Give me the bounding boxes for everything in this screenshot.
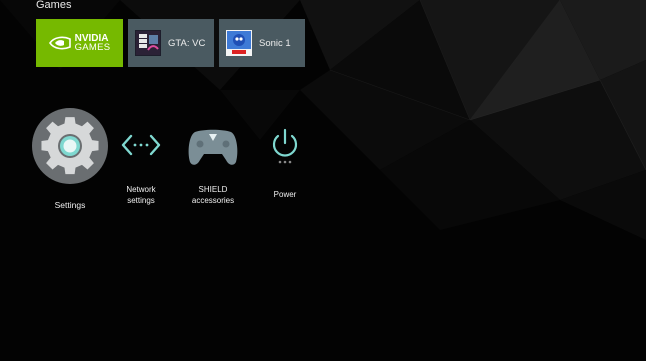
power-label: Power [273,190,297,199]
nvidia-games-label-line2: GAMES [74,42,111,53]
network-settings-label: Network settings [126,185,156,205]
games-section-title: Games [36,0,72,11]
android-tv-home-screen: Games NVIDIA GAMES GTA: VC Sonic 1 Setti… [0,0,646,361]
game-card-sonic-1[interactable]: Sonic 1 [219,19,305,67]
game-card-gta-vc[interactable]: GTA: VC [128,19,214,67]
game-card-nvidia-games[interactable]: NVIDIA GAMES [36,19,123,67]
gear-icon [32,108,108,184]
shield-controller-icon [188,129,238,165]
shield-accessories-label: SHIELD accessories [191,185,235,205]
network-settings-tile[interactable]: Network settings [116,130,166,206]
game-label-sonic-1: Sonic 1 [259,37,291,49]
settings-tile[interactable]: Settings [30,108,110,211]
nvidia-games-label: NVIDIA GAMES [74,34,111,53]
network-arrows-icon [121,134,161,156]
shield-accessories-tile[interactable]: SHIELD accessories [183,126,243,206]
power-tile[interactable]: Power [262,126,308,200]
sonic-cover-icon [226,30,252,56]
game-label-gta-vc: GTA: VC [168,37,206,49]
power-icon [272,128,298,164]
settings-label: Settings [54,200,86,210]
gta-vice-city-cover-icon [135,30,161,56]
nvidia-eye-logo-icon [48,36,71,50]
games-row: NVIDIA GAMES GTA: VC Sonic 1 [36,19,305,67]
